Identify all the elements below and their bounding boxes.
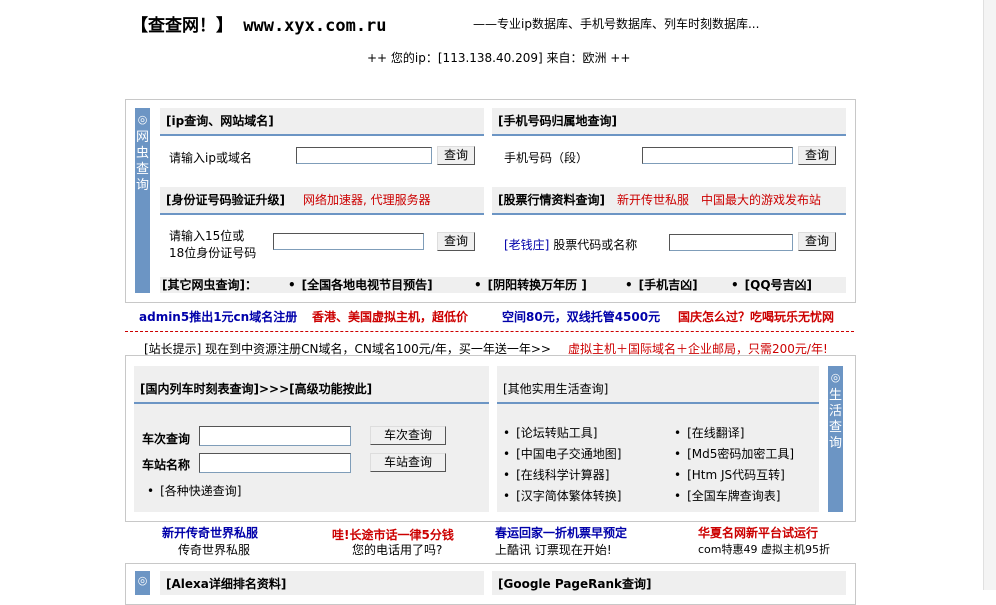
- life-panel-title: [其他实用生活查询]: [497, 376, 819, 404]
- life-side-label: 生活查询: [829, 388, 843, 451]
- htm-js-link[interactable]: [Htm JS代码互转]: [674, 466, 785, 483]
- phone-number-input[interactable]: [642, 147, 793, 164]
- id-input-label-2: 18位身份证号码: [169, 246, 257, 260]
- qq-fortune-link[interactable]: [QQ号吉凶]: [731, 277, 812, 293]
- site-logo: 【查查网！】 www.xyx.com.ru: [131, 16, 387, 36]
- ip-panel-title: [ip查询、网站域名]: [160, 108, 484, 136]
- stock-ad-link-1[interactable]: 新开传世私服: [617, 193, 689, 207]
- train-number-input[interactable]: [199, 426, 351, 446]
- ip-info: ++ 您的ip：[113.138.40.209] 来自：欧洲 ++: [367, 51, 631, 65]
- train-panel-title: [国内列车时刻表查询]>>>[高级功能按此]: [134, 376, 489, 404]
- stock-input-label: [老钱庄] 股票代码或名称: [504, 238, 638, 252]
- alexa-panel: [Alexa详细排名资料]: [160, 571, 484, 595]
- id-query-button[interactable]: 查询: [437, 232, 475, 251]
- phone-query-panel: [手机号码归属地查询] 手机号码（段） 查询: [492, 108, 846, 180]
- express-query-link[interactable]: [各种快递查询]: [147, 482, 241, 499]
- train-query-panel: [国内列车时刻表查询]>>>[高级功能按此] 车次查询 车次查询 车站名称 车站…: [134, 366, 489, 512]
- id-panel-ad-link[interactable]: 网络加速器, 代理服务器: [303, 193, 431, 207]
- station-name-label: 车站名称: [142, 458, 191, 472]
- rank-side-tab: ◎: [135, 571, 150, 595]
- stock-code-input[interactable]: [669, 234, 793, 251]
- id-query-panel: [身份证号码验证升级] 网络加速器, 代理服务器 请输入15位或 18位身份证号码…: [160, 187, 484, 271]
- ip-query-button[interactable]: 查询: [437, 146, 475, 165]
- life-side-tab: ◎ 生活查询: [828, 366, 843, 512]
- alexa-panel-title: [Alexa详细排名资料]: [166, 577, 287, 591]
- md5-tool-link[interactable]: [Md5密码加密工具]: [674, 445, 794, 462]
- other-queries-title: [其它网虫查询]：: [162, 278, 257, 292]
- ip-input-label: 请输入ip或域名: [169, 151, 252, 165]
- license-plate-link[interactable]: [全国车牌查询表]: [674, 487, 780, 504]
- calculator-link[interactable]: [在线科学计算器]: [503, 466, 609, 483]
- stock-query-panel: [股票行情资料查询] 新开传世私服 中国最大的游戏发布站 [老钱庄] 股票代码或名称…: [492, 187, 846, 271]
- id-number-input[interactable]: [273, 233, 424, 250]
- train-number-button[interactable]: 车次查询: [370, 426, 446, 445]
- ip-query-panel: [ip查询、网站域名] 请输入ip或域名 查询: [160, 108, 484, 180]
- other-queries-bar: [其它网虫查询]： [全国各地电视节目预告] [阴阳转换万年历 ] [手机吉凶]…: [160, 277, 846, 293]
- promo2-main-1[interactable]: 新开传奇世界私服: [162, 524, 258, 541]
- circle-icon: ◎: [137, 113, 148, 126]
- promo2-sub-1[interactable]: 传奇世界私服: [178, 541, 250, 558]
- id-input-label-1: 请输入15位或: [169, 229, 245, 243]
- train-number-label: 车次查询: [142, 432, 191, 446]
- stock-panel-title: [股票行情资料查询]: [498, 193, 605, 207]
- promo2-sub-4[interactable]: com特惠49 虚拟主机95折: [698, 541, 830, 557]
- translate-link[interactable]: [在线翻译]: [674, 424, 744, 441]
- ip-domain-input[interactable]: [296, 147, 432, 164]
- promo2-sub-2[interactable]: 您的电话用了吗?: [352, 541, 442, 558]
- promo-link-2[interactable]: 香港、美国虚拟主机，超低价: [312, 308, 468, 325]
- promo-link-4[interactable]: 国庆怎么过？吃喝玩乐无忧网: [678, 308, 834, 325]
- stock-query-button[interactable]: 查询: [798, 232, 836, 251]
- calendar-link[interactable]: [阴阳转换万年历 ]: [474, 277, 587, 293]
- promo2-main-4[interactable]: 华夏名网新平台试运行: [698, 524, 818, 541]
- phone-query-button[interactable]: 查询: [798, 146, 836, 165]
- traffic-map-link[interactable]: [中国电子交通地图]: [503, 445, 621, 462]
- promo-link-1[interactable]: admin5推出1元cn域名注册: [139, 308, 297, 325]
- spider-side-tab: ◎ 网虫查询: [135, 108, 150, 293]
- hanzi-convert-link[interactable]: [汉字简体繁体转换]: [503, 487, 621, 504]
- promo-divider: [125, 331, 854, 332]
- id-panel-title: [身份证号码验证升级]: [166, 193, 285, 207]
- circle-icon: ◎: [830, 371, 841, 384]
- vertical-scrollbar[interactable]: [983, 0, 996, 590]
- circle-icon: ◎: [137, 574, 148, 587]
- life-misc-panel: [其他实用生活查询] [论坛转贴工具] [中国电子交通地图] [在线科学计算器]…: [497, 366, 819, 512]
- site-tagline: ——专业ip数据库、手机号数据库、列车时刻数据库...: [473, 17, 760, 31]
- pagerank-panel-title: [Google PageRank查询]: [498, 577, 652, 591]
- phone-fortune-link[interactable]: [手机吉凶]: [625, 277, 698, 293]
- laoqianzhuang-link[interactable]: [老钱庄]: [504, 238, 549, 252]
- tv-guide-link[interactable]: [全国各地电视节目预告]: [288, 277, 433, 293]
- promo-link-3[interactable]: 空间80元，双线托管4500元: [502, 308, 660, 325]
- phone-input-label: 手机号码（段）: [504, 151, 589, 165]
- phone-panel-title: [手机号码归属地查询]: [492, 108, 846, 136]
- spider-side-label: 网虫查询: [136, 130, 150, 193]
- pagerank-panel: [Google PageRank查询]: [492, 571, 846, 595]
- station-name-input[interactable]: [199, 453, 351, 473]
- promo2-sub-3[interactable]: 上酷讯 订票现在开始!: [495, 541, 612, 558]
- promo2-main-3[interactable]: 春运回家一折机票早预定: [495, 524, 627, 541]
- station-query-button[interactable]: 车站查询: [370, 453, 446, 472]
- forum-tool-link[interactable]: [论坛转贴工具]: [503, 424, 597, 441]
- stock-ad-link-2[interactable]: 中国最大的游戏发布站: [701, 193, 821, 207]
